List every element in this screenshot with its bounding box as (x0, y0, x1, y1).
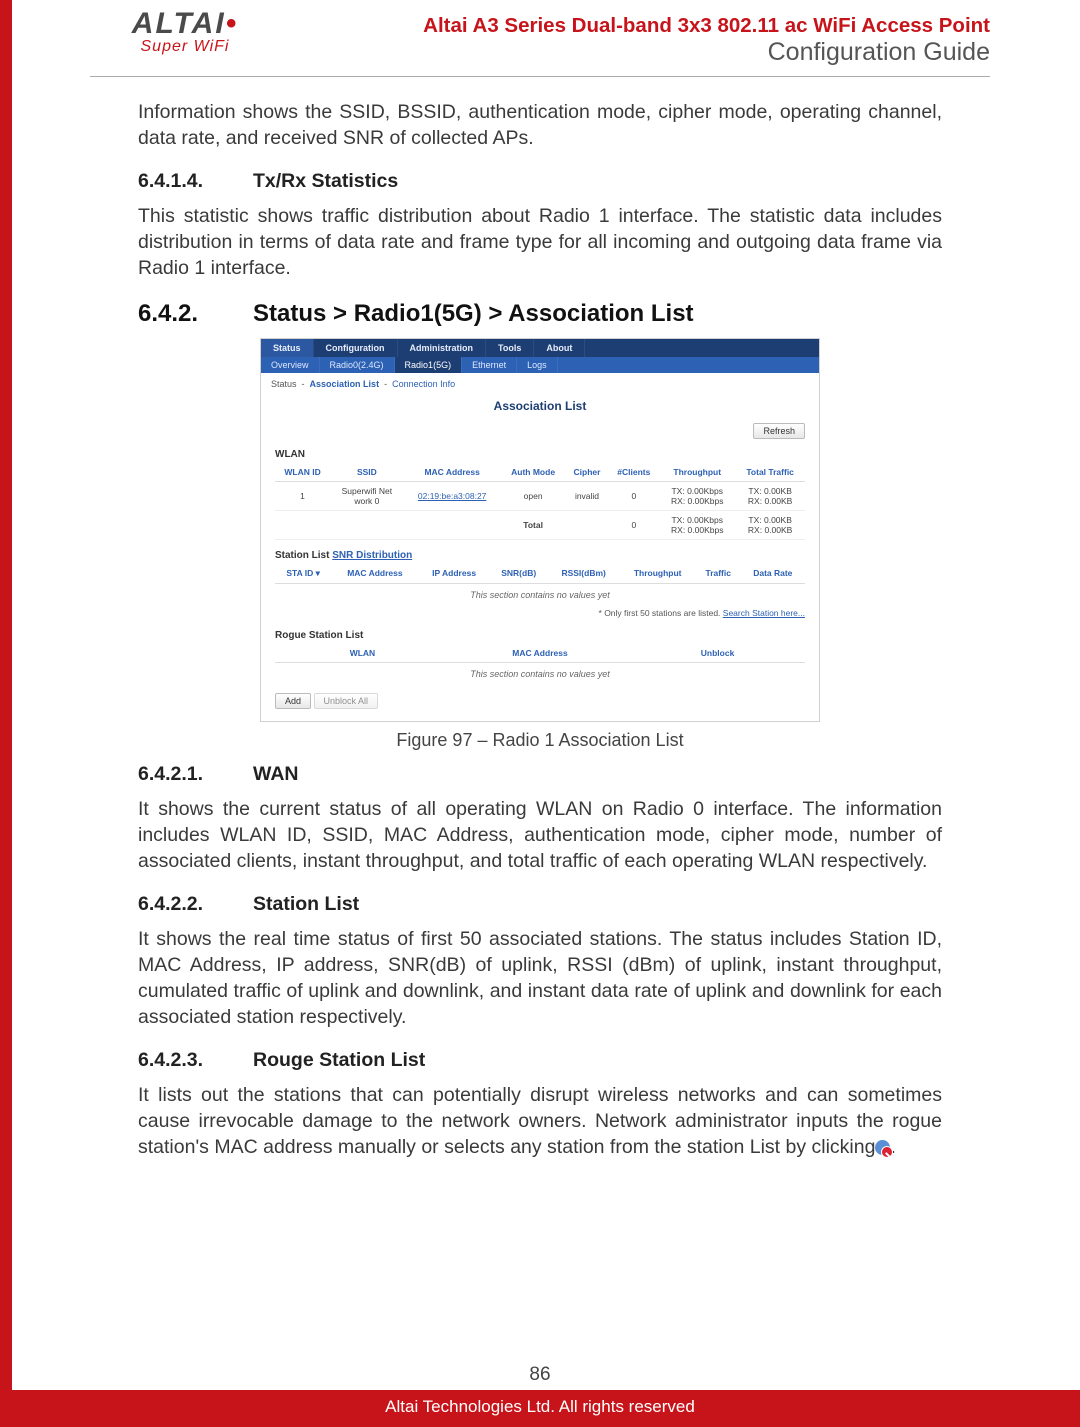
station-empty-text: This section contains no values yet (275, 584, 805, 606)
tab-configuration[interactable]: Configuration (314, 339, 398, 357)
station-table: STA ID ▾ MAC Address IP Address SNR(dB) … (275, 564, 805, 584)
add-button[interactable]: Add (275, 693, 311, 709)
search-station-link[interactable]: Search Station here... (723, 608, 805, 618)
subtab-overview[interactable]: Overview (261, 357, 320, 373)
subtab-logs[interactable]: Logs (517, 357, 558, 373)
rogue-empty-text: This section contains no values yet (275, 663, 805, 685)
table-row: 1 Superwifi Network 0 02:19:be:a3:08:27 … (275, 481, 805, 510)
wlan-section-header: WLAN (275, 449, 805, 460)
snr-distribution-link[interactable]: SNR Distribution (332, 550, 412, 561)
station-note: * Only first 50 stations are listed. Sea… (261, 606, 819, 626)
header-rule (90, 76, 990, 77)
table-row-total: Total 0 TX: 0.00KbpsRX: 0.00Kbps TX: 0.0… (275, 510, 805, 539)
tab-status[interactable]: Status (261, 339, 314, 357)
panel-title: Association List (261, 395, 819, 423)
rogue-section-header: Rogue Station List (275, 630, 805, 641)
page-footer: 86 Altai Technologies Ltd. All rights re… (0, 1364, 1080, 1427)
subtab-radio1[interactable]: Radio1(5G) (395, 357, 463, 373)
figure-screenshot: Status Configuration Administration Tool… (260, 338, 820, 722)
brand-logo: ALTAI• Super WiFi (90, 10, 280, 70)
heading-6423: 6.4.2.3.Rouge Station List (138, 1049, 942, 1072)
tab-tools[interactable]: Tools (486, 339, 534, 357)
main-tabs: Status Configuration Administration Tool… (261, 339, 819, 357)
crumb-assoc-list[interactable]: Association List (310, 379, 380, 389)
heading-6422: 6.4.2.2.Station List (138, 893, 942, 916)
p-6414: This statistic shows traffic distributio… (138, 203, 942, 282)
intro-paragraph: Information shows the SSID, BSSID, authe… (138, 99, 942, 152)
breadcrumb: Status - Association List - Connection I… (261, 373, 819, 395)
p-6422: It shows the real time status of first 5… (138, 926, 942, 1031)
sub-tabs: Overview Radio0(2.4G) Radio1(5G) Etherne… (261, 357, 819, 373)
tab-about[interactable]: About (534, 339, 585, 357)
page-number: 86 (0, 1364, 1080, 1386)
figure-caption: Figure 97 – Radio 1 Association List (138, 730, 942, 751)
logo-subtext: Super WiFi (141, 38, 230, 56)
tab-administration[interactable]: Administration (398, 339, 487, 357)
refresh-button[interactable]: Refresh (753, 423, 805, 439)
p-6421: It shows the current status of all opera… (138, 796, 942, 875)
logo-text: ALTAI (132, 7, 226, 40)
page-content: Information shows the SSID, BSSID, authe… (90, 99, 990, 1161)
station-section-header: Station List SNR Distribution (275, 550, 805, 561)
crumb-conn-info[interactable]: Connection Info (392, 379, 455, 389)
heading-6414: 6.4.1.4.Tx/Rx Statistics (138, 170, 942, 193)
heading-6421: 6.4.2.1.WAN (138, 763, 942, 786)
rogue-table: WLAN MAC Address Unblock (275, 644, 805, 663)
doc-title-product: Altai A3 Series Dual-band 3x3 802.11 ac … (423, 14, 990, 38)
deny-icon (875, 1140, 890, 1155)
subtab-radio0[interactable]: Radio0(2.4G) (320, 357, 395, 373)
mac-link[interactable]: 02:19:be:a3:08:27 (404, 481, 501, 510)
copyright: Altai Technologies Ltd. All rights reser… (0, 1390, 1080, 1427)
p-6423: It lists out the stations that can poten… (138, 1082, 942, 1161)
unblock-all-button[interactable]: Unblock All (314, 693, 379, 709)
subtab-ethernet[interactable]: Ethernet (462, 357, 517, 373)
heading-642: 6.4.2.Status > Radio1(5G) > Association … (138, 300, 942, 328)
page-header: ALTAI• Super WiFi Altai A3 Series Dual-b… (90, 0, 990, 70)
doc-title-type: Configuration Guide (423, 38, 990, 67)
wlan-table: WLAN ID SSID MAC Address Auth Mode Ciphe… (275, 463, 805, 540)
